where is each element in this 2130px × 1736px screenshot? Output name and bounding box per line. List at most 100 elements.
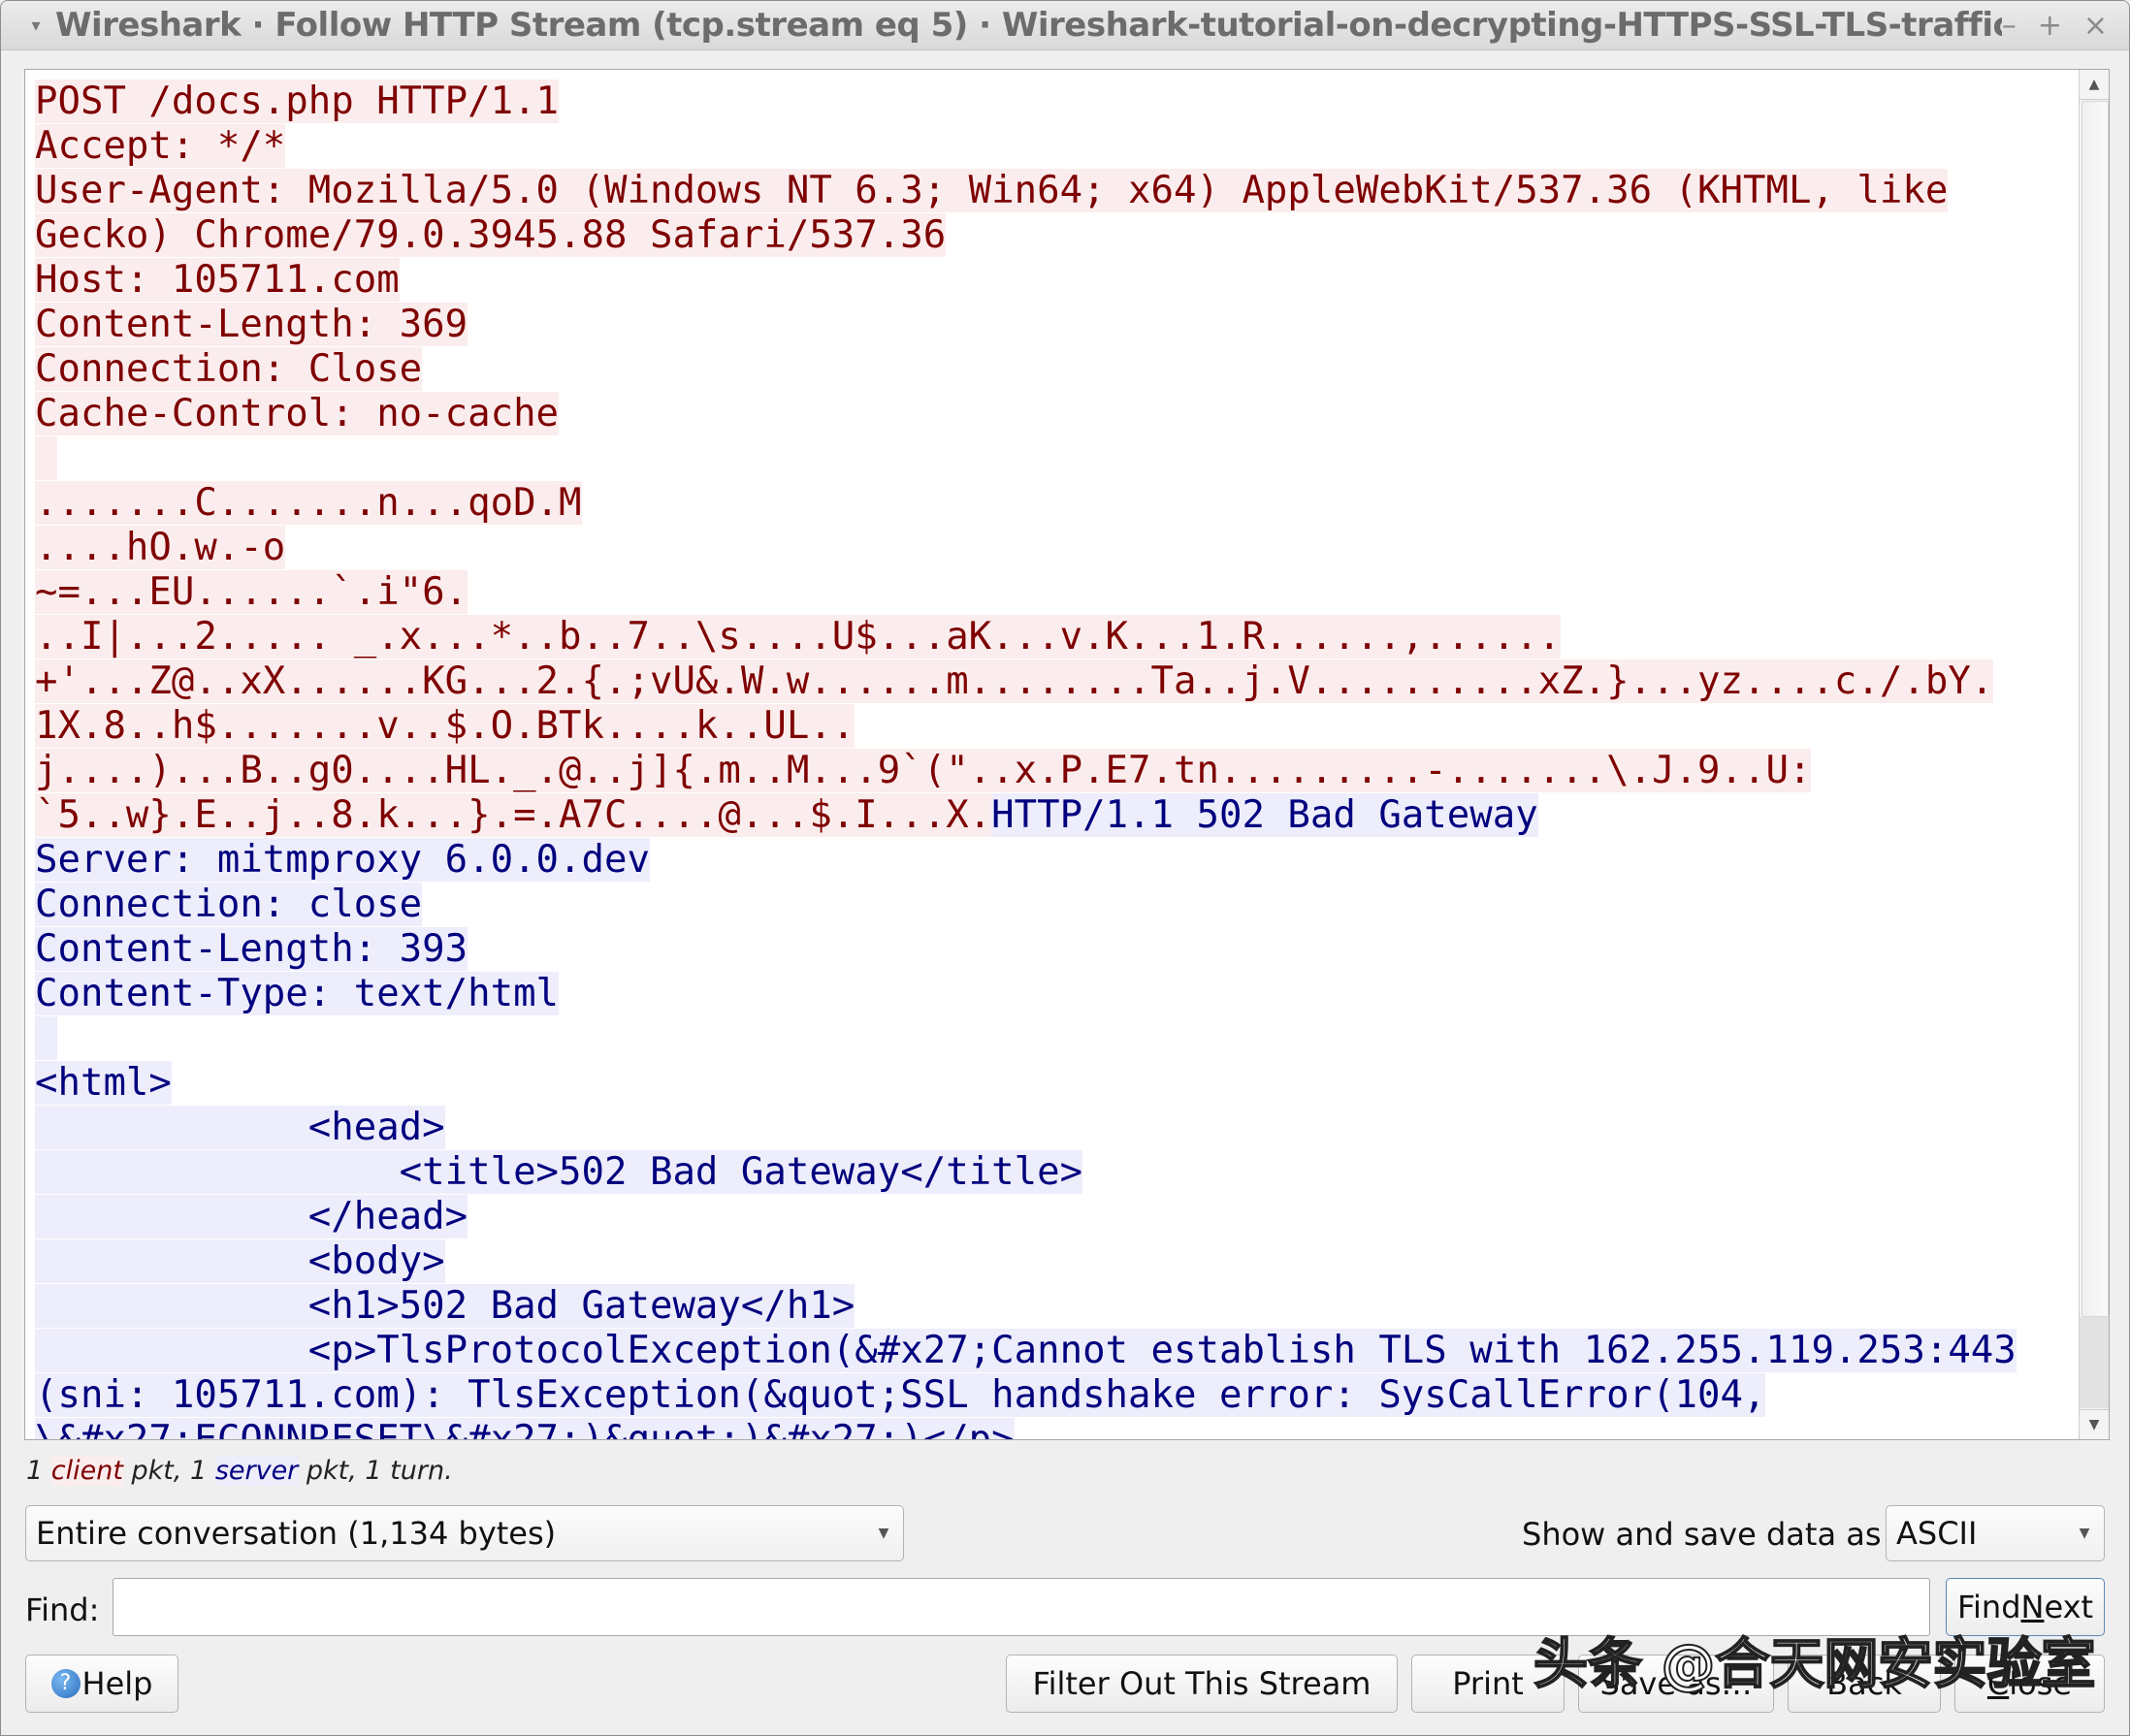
stats-client-label: client [50, 1456, 123, 1486]
client-text-segment: +'...Z@..xX......KG...2.{.;vU&.W.w......… [35, 659, 1994, 703]
server-text-segment: <h1>502 Bad Gateway</h1> [35, 1284, 855, 1328]
maximize-icon[interactable]: + [2038, 9, 2062, 43]
stream-line: j....)...B..g0....HL._.@..j]{.m..M...9`(… [35, 749, 2070, 793]
minimize-icon[interactable]: – [2002, 9, 2017, 43]
server-text-segment: <title>502 Bad Gateway</title> [35, 1150, 1083, 1194]
server-text-segment [35, 1016, 58, 1060]
close-label: lose [2009, 1665, 2073, 1702]
filter-out-stream-button[interactable]: Filter Out This Stream [1006, 1655, 1398, 1713]
stream-line [35, 436, 2070, 481]
server-text-segment: <head> [35, 1106, 445, 1149]
stream-line [35, 1016, 2070, 1061]
help-label: Help [81, 1665, 153, 1702]
scroll-up-arrow-icon[interactable]: ▲ [2080, 70, 2109, 100]
vertical-scrollbar[interactable]: ▲ ▼ [2079, 70, 2109, 1439]
stats-client-count: 1 [26, 1456, 51, 1486]
scroll-down-arrow-icon[interactable]: ▼ [2080, 1409, 2109, 1439]
follow-stream-dialog: ▾ Wireshark · Follow HTTP Stream (tcp.st… [0, 0, 2130, 1736]
conversation-select[interactable]: Entire conversation (1,134 bytes) ▼ [25, 1505, 904, 1561]
stream-line: (sni: 105711.com): TlsException(&quot;SS… [35, 1373, 2070, 1418]
client-text-segment: j....)...B..g0....HL._.@..j]{.m..M...9`(… [35, 749, 1812, 792]
stream-line: `5..w}.E..j..8.k...}.=.A7C....@...$.I...… [35, 793, 2070, 838]
client-text-segment: User-Agent: Mozilla/5.0 (Windows NT 6.3;… [35, 169, 1949, 212]
server-text-segment: (sni: 105711.com): TlsException(&quot;SS… [35, 1373, 1766, 1417]
stream-line: +'...Z@..xX......KG...2.{.;vU&.W.w......… [35, 659, 2070, 704]
stream-line: 1X.8..h$.......v..$.O.BTk....k..UL.. [35, 704, 2070, 749]
stream-line: Connection: Close [35, 347, 2070, 392]
find-input[interactable] [113, 1578, 1930, 1636]
server-text-segment: </head> [35, 1195, 468, 1238]
stream-line: ....hO.w.-o [35, 526, 2070, 570]
stream-line: Content-Length: 369 [35, 303, 2070, 347]
stream-line: Cache-Control: no-cache [35, 392, 2070, 436]
stream-line: Gecko) Chrome/79.0.3945.88 Safari/537.36 [35, 213, 2070, 258]
stream-line: POST /docs.php HTTP/1.1 [35, 80, 2070, 124]
find-next-label-b: ext [2044, 1589, 2094, 1625]
stream-line: Connection: close [35, 883, 2070, 927]
show-save-label: Show and save data as [1522, 1516, 1882, 1553]
scrollbar-thumb[interactable] [2082, 101, 2109, 1317]
client-text-segment: .......C.......n...qoD.M [35, 481, 582, 525]
stream-line: <h1>502 Bad Gateway</h1> [35, 1284, 2070, 1329]
client-text-segment: Cache-Control: no-cache [35, 392, 560, 435]
print-button[interactable]: Print [1411, 1655, 1565, 1713]
scrollbar-track[interactable] [2080, 1317, 2109, 1408]
stream-content-view[interactable]: POST /docs.php HTTP/1.1 Accept: */* User-A… [24, 69, 2110, 1440]
back-button[interactable]: Back [1788, 1655, 1941, 1713]
server-text-segment: HTTP/1.1 502 Bad Gateway [991, 793, 1538, 837]
help-button[interactable]: ? Help [25, 1655, 178, 1713]
stream-line: <body> [35, 1239, 2070, 1284]
server-text-segment: \&#x27;ECONNRESET\&#x27;)&quot;)&#x27;)<… [35, 1418, 1015, 1439]
stream-line: <p>TlsProtocolException(&#x27;Cannot est… [35, 1329, 2070, 1373]
server-text-segment: Content-Length: 393 [35, 927, 468, 971]
server-text-segment: Content-Type: text/html [35, 972, 560, 1015]
stream-line: Accept: */* [35, 124, 2070, 169]
stream-line: Server: mitmproxy 6.0.0.dev [35, 838, 2070, 883]
find-next-button[interactable]: Find Next [1946, 1578, 2105, 1636]
stream-line: Host: 105711.com [35, 258, 2070, 303]
close-button[interactable]: Close [1954, 1655, 2105, 1713]
save-as-button[interactable]: Save as… [1578, 1655, 1774, 1713]
client-text-segment: ....hO.w.-o [35, 526, 286, 569]
close-window-icon[interactable]: × [2083, 9, 2108, 43]
stream-line: ~=...EU......`.i"6. [35, 570, 2070, 615]
window-menu-icon[interactable]: ▾ [16, 16, 55, 36]
find-label: Find: [25, 1591, 100, 1628]
client-text-segment: Host: 105711.com [35, 258, 400, 302]
client-text-segment: Accept: */* [35, 124, 286, 168]
stats-mid: pkt, 1 [122, 1456, 215, 1486]
close-mnemonic: C [1986, 1665, 2010, 1702]
stream-line: \&#x27;ECONNRESET\&#x27;)&quot;)&#x27;)<… [35, 1418, 2070, 1439]
window-title: Wireshark · Follow HTTP Stream (tcp.stre… [55, 6, 2002, 45]
server-text-segment: <html> [35, 1061, 172, 1105]
stream-stats: 1 client pkt, 1 server pkt, 1 turn. [26, 1456, 453, 1486]
stream-line: Content-Length: 393 [35, 927, 2070, 972]
title-bar[interactable]: ▾ Wireshark · Follow HTTP Stream (tcp.st… [1, 1, 2129, 50]
client-text-segment [35, 436, 58, 480]
conversation-select-value: Entire conversation (1,134 bytes) [36, 1515, 557, 1552]
client-text-segment: Connection: Close [35, 347, 423, 391]
stream-line: </head> [35, 1195, 2070, 1239]
stream-text[interactable]: POST /docs.php HTTP/1.1 Accept: */* User-A… [35, 80, 2070, 1439]
data-format-select[interactable]: ASCII ▼ [1886, 1505, 2105, 1561]
server-text-segment: <p>TlsProtocolException(&#x27;Cannot est… [35, 1329, 2017, 1372]
stream-line: <head> [35, 1106, 2070, 1150]
client-text-segment: `5..w}.E..j..8.k...}.=.A7C....@...$.I...… [35, 793, 992, 837]
server-text-segment: Server: mitmproxy 6.0.0.dev [35, 838, 650, 882]
stats-end: pkt, 1 turn. [298, 1456, 453, 1486]
chevron-down-icon: ▼ [878, 1526, 889, 1541]
data-format-value: ASCII [1896, 1515, 1978, 1552]
stream-line: <title>502 Bad Gateway</title> [35, 1150, 2070, 1195]
stream-line: Content-Type: text/html [35, 972, 2070, 1016]
find-next-label-a: Find [1956, 1589, 2021, 1625]
client-text-segment: Content-Length: 369 [35, 303, 468, 346]
chevron-down-icon: ▼ [2079, 1526, 2090, 1541]
stream-line: <html> [35, 1061, 2070, 1106]
client-text-segment: POST /docs.php HTTP/1.1 [35, 80, 560, 123]
stream-line: .......C.......n...qoD.M [35, 481, 2070, 526]
client-text-segment: 1X.8..h$.......v..$.O.BTk....k..UL.. [35, 704, 855, 748]
server-text-segment: <body> [35, 1239, 445, 1283]
client-text-segment: ..I|...2..... _.x...*..b..7..\s....U$...… [35, 615, 1562, 659]
stream-line: User-Agent: Mozilla/5.0 (Windows NT 6.3;… [35, 169, 2070, 213]
stream-line: ..I|...2..... _.x...*..b..7..\s....U$...… [35, 615, 2070, 659]
